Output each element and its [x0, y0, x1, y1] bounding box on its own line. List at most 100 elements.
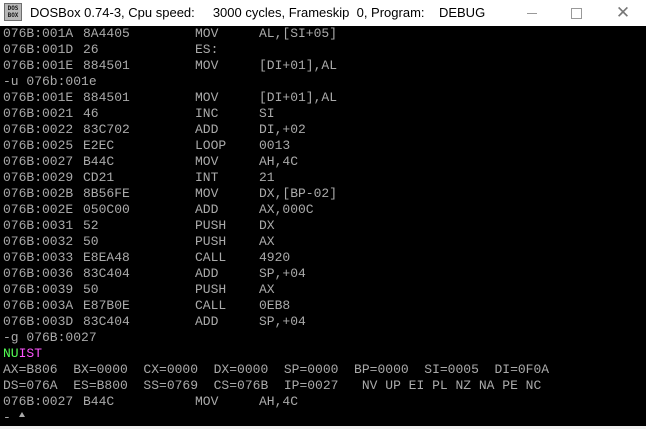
mnemonic: MOV: [195, 154, 219, 169]
address: 076B:0021: [3, 106, 74, 121]
operands: [DI+01],AL: [259, 58, 338, 73]
command-prompt: -: [3, 410, 11, 425]
machine-code: 50: [83, 282, 99, 297]
operands: AH,4C: [259, 394, 299, 409]
output-text-magenta: IST: [18, 346, 43, 361]
operands: AH,4C: [259, 154, 299, 169]
address: 076B:0032: [3, 234, 74, 249]
machine-code: 26: [83, 42, 99, 57]
address: 076B:002B: [3, 186, 74, 201]
machine-code: E8EA48: [83, 250, 130, 265]
dos-console-screen[interactable]: 076B:001A 8A4405 MOV AL,[SI+05] 076B:001D 26 E…: [3, 26, 643, 426]
console-line: DS=076A ES=B800 SS=0769 CS=076B IP=0027 …: [3, 378, 542, 393]
address: 076B:003D: [3, 314, 74, 329]
machine-code: B44C: [83, 394, 115, 409]
disassembly-line: 076B:0025 E2EC LOOP 0013: [3, 138, 643, 154]
operands: 0013: [259, 138, 291, 153]
machine-code: 884501: [83, 90, 130, 105]
machine-code: 83C404: [83, 314, 130, 329]
minimize-icon: [527, 12, 537, 14]
close-icon: ✕: [615, 2, 631, 23]
disassembly-line: 076B:003D 83C404 ADD SP,+04: [3, 314, 643, 330]
operands: DX,[BP-02]: [259, 186, 338, 201]
disassembly-line: 076B:001A 8A4405 MOV AL,[SI+05]: [3, 26, 643, 42]
address: 076B:0029: [3, 170, 74, 185]
operands: SI: [259, 106, 275, 121]
mnemonic: MOV: [195, 26, 219, 41]
mnemonic: PUSH: [195, 282, 227, 297]
mnemonic: CALL: [195, 298, 227, 313]
console-line: AX=B806 BX=0000 CX=0000 DX=0000 SP=0000 …: [3, 362, 550, 377]
operands: SP,+04: [259, 266, 306, 281]
disassembly-line: 076B:001D 26 ES:: [3, 42, 643, 58]
machine-code: 83C702: [83, 122, 130, 137]
mnemonic: ADD: [195, 202, 219, 217]
disassembly-line: 076B:0029 CD21 INT 21: [3, 170, 643, 186]
dosbox-logo-icon[interactable]: DOS BOX: [4, 3, 22, 21]
mnemonic: LOOP: [195, 138, 227, 153]
address: 076B:0033: [3, 250, 74, 265]
program-output-line: NUIST: [3, 346, 643, 362]
address: 076B:001A: [3, 26, 74, 41]
mnemonic: MOV: [195, 90, 219, 105]
mnemonic: MOV: [195, 58, 219, 73]
address: 076B:001D: [3, 42, 74, 57]
maximize-icon: [570, 7, 582, 19]
close-button[interactable]: ✕: [600, 0, 646, 26]
output-text-green: NU: [3, 346, 19, 361]
machine-code: B44C: [83, 154, 115, 169]
address: 076B:0036: [3, 266, 74, 281]
machine-code: 83C404: [83, 266, 130, 281]
minimize-button[interactable]: [509, 0, 555, 26]
mnemonic: INC: [195, 106, 219, 121]
machine-code: CD21: [83, 170, 115, 185]
address: 076B:0039: [3, 282, 74, 297]
mnemonic: INT: [195, 170, 219, 185]
operands: DI,+02: [259, 122, 306, 137]
machine-code: 8A4405: [83, 26, 130, 41]
disassembly-line: 076B:0031 52 PUSH DX: [3, 218, 643, 234]
mnemonic: ADD: [195, 314, 219, 329]
operands: AX: [259, 234, 275, 249]
machine-code: 884501: [83, 58, 130, 73]
maximize-button[interactable]: [553, 0, 599, 26]
disassembly-line: 076B:003A E87B0E CALL 0EB8: [3, 298, 643, 314]
operands: SP,+04: [259, 314, 306, 329]
icon-label-top: DOS: [7, 5, 19, 12]
address: 076B:0027: [3, 394, 74, 409]
address: 076B:002E: [3, 202, 74, 217]
mnemonic: PUSH: [195, 218, 227, 233]
disassembly-line: 076B:0039 50 PUSH AX: [3, 282, 643, 298]
address: 076B:0025: [3, 138, 74, 153]
machine-code: 8B56FE: [83, 186, 130, 201]
operands: 4920: [259, 250, 291, 265]
icon-label-bottom: BOX: [7, 12, 19, 19]
machine-code: 50: [83, 234, 99, 249]
operands: 21: [259, 170, 275, 185]
console-line: -g 076B:0027: [3, 330, 97, 345]
disassembly-line: 076B:001E 884501 MOV [DI+01],AL: [3, 58, 643, 74]
console-line: -u 076b:001e: [3, 74, 97, 89]
mnemonic: ADD: [195, 122, 219, 137]
machine-code: E2EC: [83, 138, 115, 153]
address: 076B:0022: [3, 122, 74, 137]
mnemonic: ES:: [195, 42, 219, 57]
disassembly-line: 076B:0027 B44C MOV AH,4C: [3, 154, 643, 170]
operands: AX,000C: [259, 202, 314, 217]
operands: AX: [259, 282, 275, 297]
address: 076B:0027: [3, 154, 74, 169]
disassembly-line: 076B:0032 50 PUSH AX: [3, 234, 643, 250]
disassembly-line: 076B:001E 884501 MOV [DI+01],AL: [3, 90, 643, 106]
address: 076B:001E: [3, 90, 74, 105]
mnemonic: PUSH: [195, 234, 227, 249]
disassembly-line: 076B:0022 83C702 ADD DI,+02: [3, 122, 643, 138]
disassembly-line: 076B:0033 E8EA48 CALL 4920: [3, 250, 643, 266]
machine-code: 050C00: [83, 202, 130, 217]
title-bar[interactable]: DOS BOX DOSBox 0.74-3, Cpu speed: 3000 c…: [0, 0, 646, 26]
disassembly-line: 076B:002E 050C00 ADD AX,000C: [3, 202, 643, 218]
dosbox-window: DOS BOX DOSBox 0.74-3, Cpu speed: 3000 c…: [0, 0, 646, 429]
mnemonic: MOV: [195, 394, 219, 409]
window-title: DOSBox 0.74-3, Cpu speed: 3000 cycles, F…: [30, 5, 486, 20]
address: 076B:003A: [3, 298, 74, 313]
disassembly-line: 076B:002B 8B56FE MOV DX,[BP-02]: [3, 186, 643, 202]
